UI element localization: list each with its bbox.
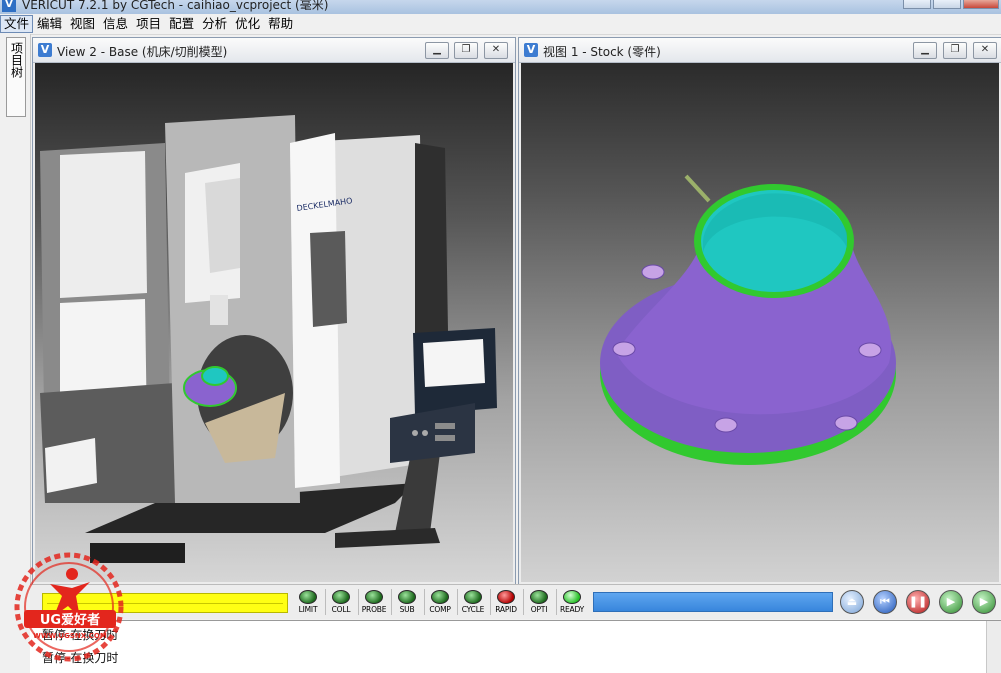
watermark-logo: UG爱好者 WWW.UGSNX.COM bbox=[14, 552, 124, 662]
menu-project[interactable]: 项目 bbox=[132, 15, 165, 33]
view-close-button[interactable]: ✕ bbox=[973, 42, 997, 59]
view-logo-icon: V bbox=[524, 43, 538, 57]
window-maximize-button[interactable] bbox=[933, 0, 961, 9]
led-sub-label: SUB bbox=[399, 605, 415, 614]
watermark-text: UG爱好者 bbox=[40, 612, 100, 628]
led-limit: LIMIT bbox=[292, 587, 324, 617]
led-comp: COMP bbox=[424, 587, 456, 617]
led-sub-bulb bbox=[398, 590, 416, 604]
stock-viewport[interactable] bbox=[521, 63, 999, 582]
led-rapid-label: RAPID bbox=[495, 605, 517, 614]
control-panel-screen bbox=[423, 339, 485, 387]
led-cycle-bulb bbox=[464, 590, 482, 604]
led-limit-bulb bbox=[299, 590, 317, 604]
view-logo-icon: V bbox=[38, 43, 52, 57]
menu-help[interactable]: 帮助 bbox=[264, 15, 297, 33]
stock-model bbox=[600, 174, 896, 465]
view-machine[interactable]: V View 2 - Base (机床/切削模型) ▁ ❐ ✕ DECKELMA… bbox=[32, 37, 516, 585]
led-coll-label: COLL bbox=[331, 605, 351, 614]
bolt-hole bbox=[714, 417, 738, 433]
led-ready-label: READY bbox=[559, 605, 585, 614]
cutting-tool bbox=[684, 174, 711, 203]
tool-progress-bar bbox=[593, 592, 833, 612]
menu-config[interactable]: 配置 bbox=[165, 15, 198, 33]
view-stock[interactable]: V 视图 1 - Stock (零件) ▁ ❐ ✕ bbox=[518, 37, 1001, 585]
bolt-hole bbox=[858, 342, 882, 358]
pause-icon[interactable]: ❚❚ bbox=[906, 590, 930, 614]
window-titlebar: V VERICUT 7.2.1 by CGTech - caihiao_vcpr… bbox=[0, 0, 1001, 14]
watermark-url: WWW.UGSNX.COM bbox=[33, 632, 107, 640]
machine-model: DECKELMAHO bbox=[40, 115, 497, 563]
bolt-hole bbox=[834, 415, 858, 431]
led-cycle-label: CYCLE bbox=[461, 605, 485, 614]
led-comp-bulb bbox=[431, 590, 449, 604]
led-probe-bulb bbox=[365, 590, 383, 604]
led-rapid-bulb bbox=[497, 590, 515, 604]
eject-icon[interactable]: ⏏ bbox=[840, 590, 864, 614]
machine-viewport[interactable]: DECKELMAHO bbox=[35, 63, 513, 582]
view-minimize-button[interactable]: ▁ bbox=[425, 42, 449, 59]
menu-file[interactable]: 文件 bbox=[0, 15, 34, 33]
led-comp-label: COMP bbox=[429, 605, 451, 614]
led-opti-bulb bbox=[530, 590, 548, 604]
menu-edit[interactable]: 编辑 bbox=[33, 15, 66, 33]
right-window bbox=[310, 231, 347, 327]
spindle-face bbox=[205, 178, 240, 273]
control-arm-base bbox=[335, 528, 440, 548]
project-tree-tab[interactable]: 项目树 bbox=[6, 37, 26, 117]
menu-view[interactable]: 视图 bbox=[66, 15, 99, 33]
led-coll-bulb bbox=[332, 590, 350, 604]
spindle-nose bbox=[210, 295, 228, 325]
bolt-hole bbox=[612, 341, 636, 357]
enclosure-window-left bbox=[60, 151, 147, 298]
led-opti: OPTI bbox=[523, 587, 555, 617]
window-minimize-button[interactable] bbox=[903, 0, 931, 9]
view-restore-button[interactable]: ❐ bbox=[454, 42, 478, 59]
led-ready-bulb bbox=[563, 590, 581, 604]
step-forward-icon[interactable]: ▶ bbox=[939, 590, 963, 614]
led-opti-label: OPTI bbox=[530, 605, 548, 614]
rewind-icon[interactable]: ⏮ bbox=[873, 590, 897, 614]
view-close-button[interactable]: ✕ bbox=[484, 42, 508, 59]
mounted-part-bore bbox=[201, 366, 229, 386]
view-machine-header[interactable]: V View 2 - Base (机床/切削模型) ▁ ❐ ✕ bbox=[33, 38, 515, 63]
led-cycle: CYCLE bbox=[457, 587, 489, 617]
message-log[interactable]: 暂停-在换刀时 暂停-在换刀时 bbox=[30, 620, 1001, 673]
window-close-button[interactable] bbox=[963, 0, 999, 9]
simulation-toolbar: LIMIT COLL PROBE SUB COMP CYCLE RAPID OP… bbox=[30, 584, 1001, 619]
led-rapid: RAPID bbox=[490, 587, 522, 617]
view-restore-button[interactable]: ❐ bbox=[943, 42, 967, 59]
led-probe-label: PROBE bbox=[361, 605, 387, 614]
led-ready: READY bbox=[556, 587, 588, 617]
app-icon: V bbox=[2, 0, 16, 12]
view-machine-title: View 2 - Base (机床/切削模型) bbox=[57, 45, 228, 59]
led-coll: COLL bbox=[325, 587, 357, 617]
menu-analysis[interactable]: 分析 bbox=[198, 15, 231, 33]
bolt-hole bbox=[641, 264, 665, 280]
play-icon[interactable]: ▶ bbox=[972, 590, 996, 614]
view-stock-title: 视图 1 - Stock (零件) bbox=[543, 45, 661, 59]
menu-info[interactable]: 信息 bbox=[99, 15, 132, 33]
project-tree-tab-label: 项目树 bbox=[9, 42, 24, 78]
led-probe: PROBE bbox=[358, 587, 390, 617]
led-sub: SUB bbox=[391, 587, 423, 617]
view-minimize-button[interactable]: ▁ bbox=[913, 42, 937, 59]
message-scrollbar[interactable] bbox=[986, 621, 1001, 673]
menu-optimize[interactable]: 优化 bbox=[231, 15, 264, 33]
view-stock-header[interactable]: V 视图 1 - Stock (零件) ▁ ❐ ✕ bbox=[519, 38, 1001, 63]
led-limit-label: LIMIT bbox=[298, 605, 318, 614]
window-title: VERICUT 7.2.1 by CGTech - caihiao_vcproj… bbox=[22, 0, 329, 12]
menu-bar: 文件 编辑 视图 信息 项目 配置 分析 优化 帮助 bbox=[0, 14, 1001, 35]
